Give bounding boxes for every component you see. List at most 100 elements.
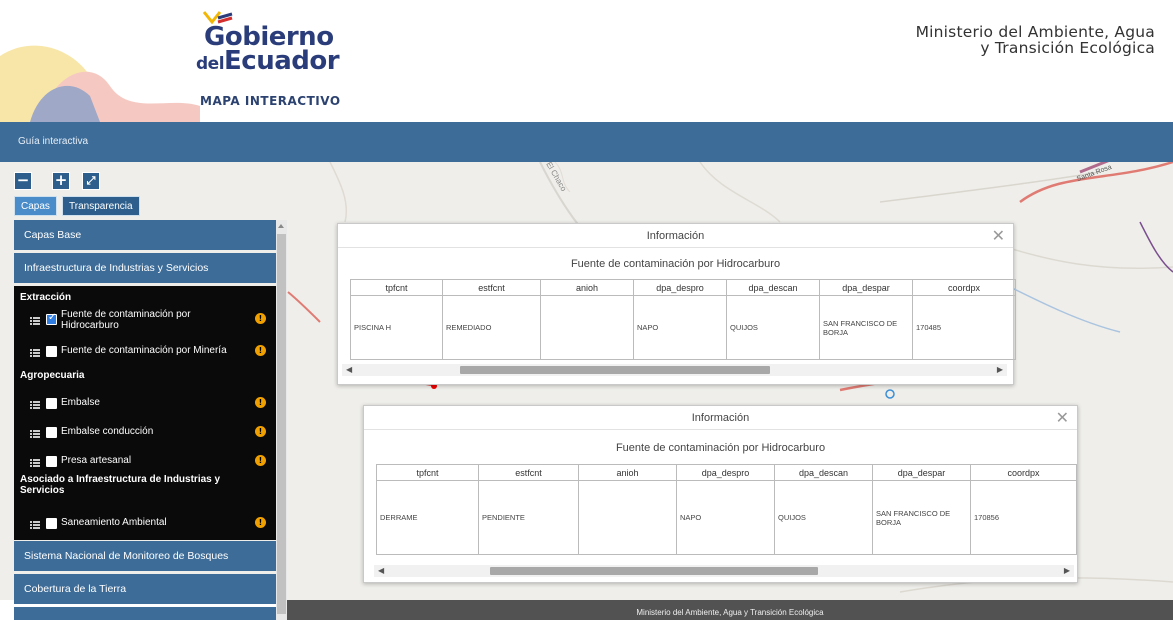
table-cell: QUIJOS bbox=[726, 295, 820, 360]
layer-label: Fuente de contaminación por Minería bbox=[61, 345, 227, 356]
column-header: dpa_despar bbox=[872, 464, 971, 481]
table-cell: DERRAME bbox=[376, 480, 479, 555]
layer-label: Embalse conducción bbox=[61, 426, 154, 437]
scroll-up-arrow-icon[interactable] bbox=[278, 224, 284, 228]
column-header: estfcnt bbox=[478, 464, 579, 481]
info-icon[interactable]: ! bbox=[255, 426, 266, 437]
zoom-in-button[interactable]: + bbox=[52, 172, 70, 190]
tab-transparencia[interactable]: Transparencia bbox=[62, 196, 140, 216]
layer-row-presa-artesanal[interactable]: Presa artesanal ! bbox=[14, 452, 276, 476]
guide-link[interactable]: Guía interactiva bbox=[18, 136, 88, 147]
horizontal-scrollbar[interactable]: ◀ ▶ bbox=[374, 565, 1074, 577]
layer-label: Fuente de contaminación por Hidrocarburo bbox=[61, 309, 191, 331]
ministry-name: Ministerio del Ambiente, Agua y Transici… bbox=[916, 24, 1155, 56]
group-cobertura-tierra[interactable]: Cobertura de la Tierra bbox=[14, 574, 276, 604]
layer-checkbox[interactable] bbox=[46, 398, 57, 409]
zoom-out-button[interactable]: − bbox=[14, 172, 32, 190]
layer-row-mineria[interactable]: Fuente de contaminación por Minería ! bbox=[14, 342, 276, 366]
layer-row-embalse-conduccion[interactable]: Embalse conducción ! bbox=[14, 423, 276, 447]
column-header: dpa_despro bbox=[633, 279, 727, 296]
group-infraestructura[interactable]: Infraestructura de Industrias y Servicio… bbox=[14, 253, 276, 283]
horizontal-scrollbar[interactable]: ◀ ▶ bbox=[342, 364, 1007, 376]
layer-row-embalse[interactable]: Embalse ! bbox=[14, 394, 276, 418]
column-header: tpfcnt bbox=[350, 279, 443, 296]
footer: Ministerio del Ambiente, Agua y Transici… bbox=[287, 600, 1173, 620]
table-cell: SAN FRANCISCO DE BORJA bbox=[819, 295, 913, 360]
group-capas-base[interactable]: Capas Base bbox=[14, 220, 276, 250]
logo-text-ecuador: Ecuador bbox=[224, 46, 340, 76]
section-asociado: Asociado a Infraestructura de Industrias… bbox=[20, 474, 221, 496]
info-icon[interactable]: ! bbox=[255, 345, 266, 356]
table-cell: SAN FRANCISCO DE BORJA bbox=[872, 480, 971, 555]
layer-checkbox[interactable] bbox=[46, 312, 57, 325]
list-icon bbox=[30, 401, 40, 409]
column-header: dpa_despro bbox=[676, 464, 775, 481]
section-agropecuaria: Agropecuaria bbox=[20, 370, 85, 381]
column-header: tpfcnt bbox=[376, 464, 479, 481]
info-popup-2: Información ✕ Fuente de contaminación po… bbox=[363, 405, 1078, 583]
popup-title: Información bbox=[338, 224, 1013, 248]
list-icon bbox=[30, 459, 40, 467]
scroll-right-icon[interactable]: ▶ bbox=[1064, 566, 1070, 576]
government-logo[interactable]: Gobierno delEcuador bbox=[196, 8, 396, 76]
footer-text: Ministerio del Ambiente, Agua y Transici… bbox=[636, 608, 824, 617]
scroll-thumb[interactable] bbox=[460, 366, 770, 374]
table-header-row: tpfcnt estfcnt anioh dpa_despro dpa_desc… bbox=[350, 279, 1016, 296]
scroll-thumb[interactable] bbox=[277, 234, 286, 614]
table-cell: PENDIENTE bbox=[478, 480, 579, 555]
info-icon[interactable]: ! bbox=[255, 313, 266, 324]
list-icon bbox=[30, 317, 40, 325]
scroll-left-icon[interactable]: ◀ bbox=[346, 365, 352, 375]
table-row: PISCINA H REMEDIADO NAPO QUIJOS SAN FRAN… bbox=[350, 295, 1016, 360]
table-cell: 170485 bbox=[912, 295, 1016, 360]
layer-checkbox[interactable] bbox=[46, 346, 57, 357]
column-header: coordpx bbox=[912, 279, 1016, 296]
column-header: anioh bbox=[540, 279, 634, 296]
tab-capas[interactable]: Capas bbox=[14, 196, 57, 216]
close-icon[interactable]: ✕ bbox=[1056, 408, 1069, 428]
close-icon[interactable]: ✕ bbox=[992, 226, 1005, 246]
panel-scrollbar[interactable] bbox=[276, 220, 287, 620]
table-cell: PISCINA H bbox=[350, 295, 443, 360]
list-icon bbox=[30, 349, 40, 357]
list-icon bbox=[30, 521, 40, 529]
layer-checkbox[interactable] bbox=[46, 427, 57, 438]
info-icon[interactable]: ! bbox=[255, 455, 266, 466]
column-header: coordpx bbox=[970, 464, 1077, 481]
group-monitoreo-bosques[interactable]: Sistema Nacional de Monitoreo de Bosques bbox=[14, 541, 276, 571]
site-header: Gobierno delEcuador Ministerio del Ambie… bbox=[0, 0, 1173, 122]
section-extraccion: Extracción bbox=[20, 292, 72, 303]
table-cell: NAPO bbox=[676, 480, 775, 555]
group-next[interactable] bbox=[14, 607, 276, 620]
table-row: DERRAME PENDIENTE NAPO QUIJOS SAN FRANCI… bbox=[376, 480, 1077, 555]
scroll-left-icon[interactable]: ◀ bbox=[378, 566, 384, 576]
column-header: dpa_descan bbox=[726, 279, 820, 296]
scroll-right-icon[interactable]: ▶ bbox=[997, 365, 1003, 375]
popup-title: Información bbox=[364, 406, 1077, 430]
logo-text-del: del bbox=[196, 54, 225, 74]
table-cell: QUIJOS bbox=[774, 480, 873, 555]
table-cell: 170856 bbox=[970, 480, 1077, 555]
fullscreen-button[interactable]: ⤢ bbox=[82, 172, 100, 190]
ministry-line2: y Transición Ecológica bbox=[980, 39, 1155, 57]
attribute-table: tpfcnt estfcnt anioh dpa_despro dpa_desc… bbox=[376, 464, 1077, 555]
column-header: anioh bbox=[578, 464, 677, 481]
layer-checkbox[interactable] bbox=[46, 518, 57, 529]
list-icon bbox=[30, 430, 40, 438]
info-icon[interactable]: ! bbox=[255, 517, 266, 528]
ministry-line1: Ministerio del Ambiente, Agua bbox=[915, 23, 1155, 41]
table-cell: NAPO bbox=[633, 295, 727, 360]
layer-row-hidrocarburo[interactable]: Fuente de contaminación por Hidrocarburo… bbox=[14, 309, 276, 334]
layer-list: Extracción Fuente de contaminación por H… bbox=[14, 286, 276, 540]
layer-label: Presa artesanal bbox=[61, 455, 132, 466]
layer-checkbox[interactable] bbox=[46, 456, 57, 467]
table-cell bbox=[578, 480, 677, 555]
table-cell: REMEDIADO bbox=[442, 295, 541, 360]
attribute-table: tpfcnt estfcnt anioh dpa_despro dpa_desc… bbox=[350, 279, 1016, 360]
scroll-thumb[interactable] bbox=[490, 567, 818, 575]
info-icon[interactable]: ! bbox=[255, 397, 266, 408]
info-popup-1: Información ✕ Fuente de contaminación po… bbox=[337, 223, 1016, 385]
nav-bar: Guía interactiva bbox=[0, 122, 1173, 162]
table-header-row: tpfcnt estfcnt anioh dpa_despro dpa_desc… bbox=[376, 464, 1077, 481]
layer-row-saneamiento[interactable]: Saneamiento Ambiental ! bbox=[14, 514, 276, 538]
